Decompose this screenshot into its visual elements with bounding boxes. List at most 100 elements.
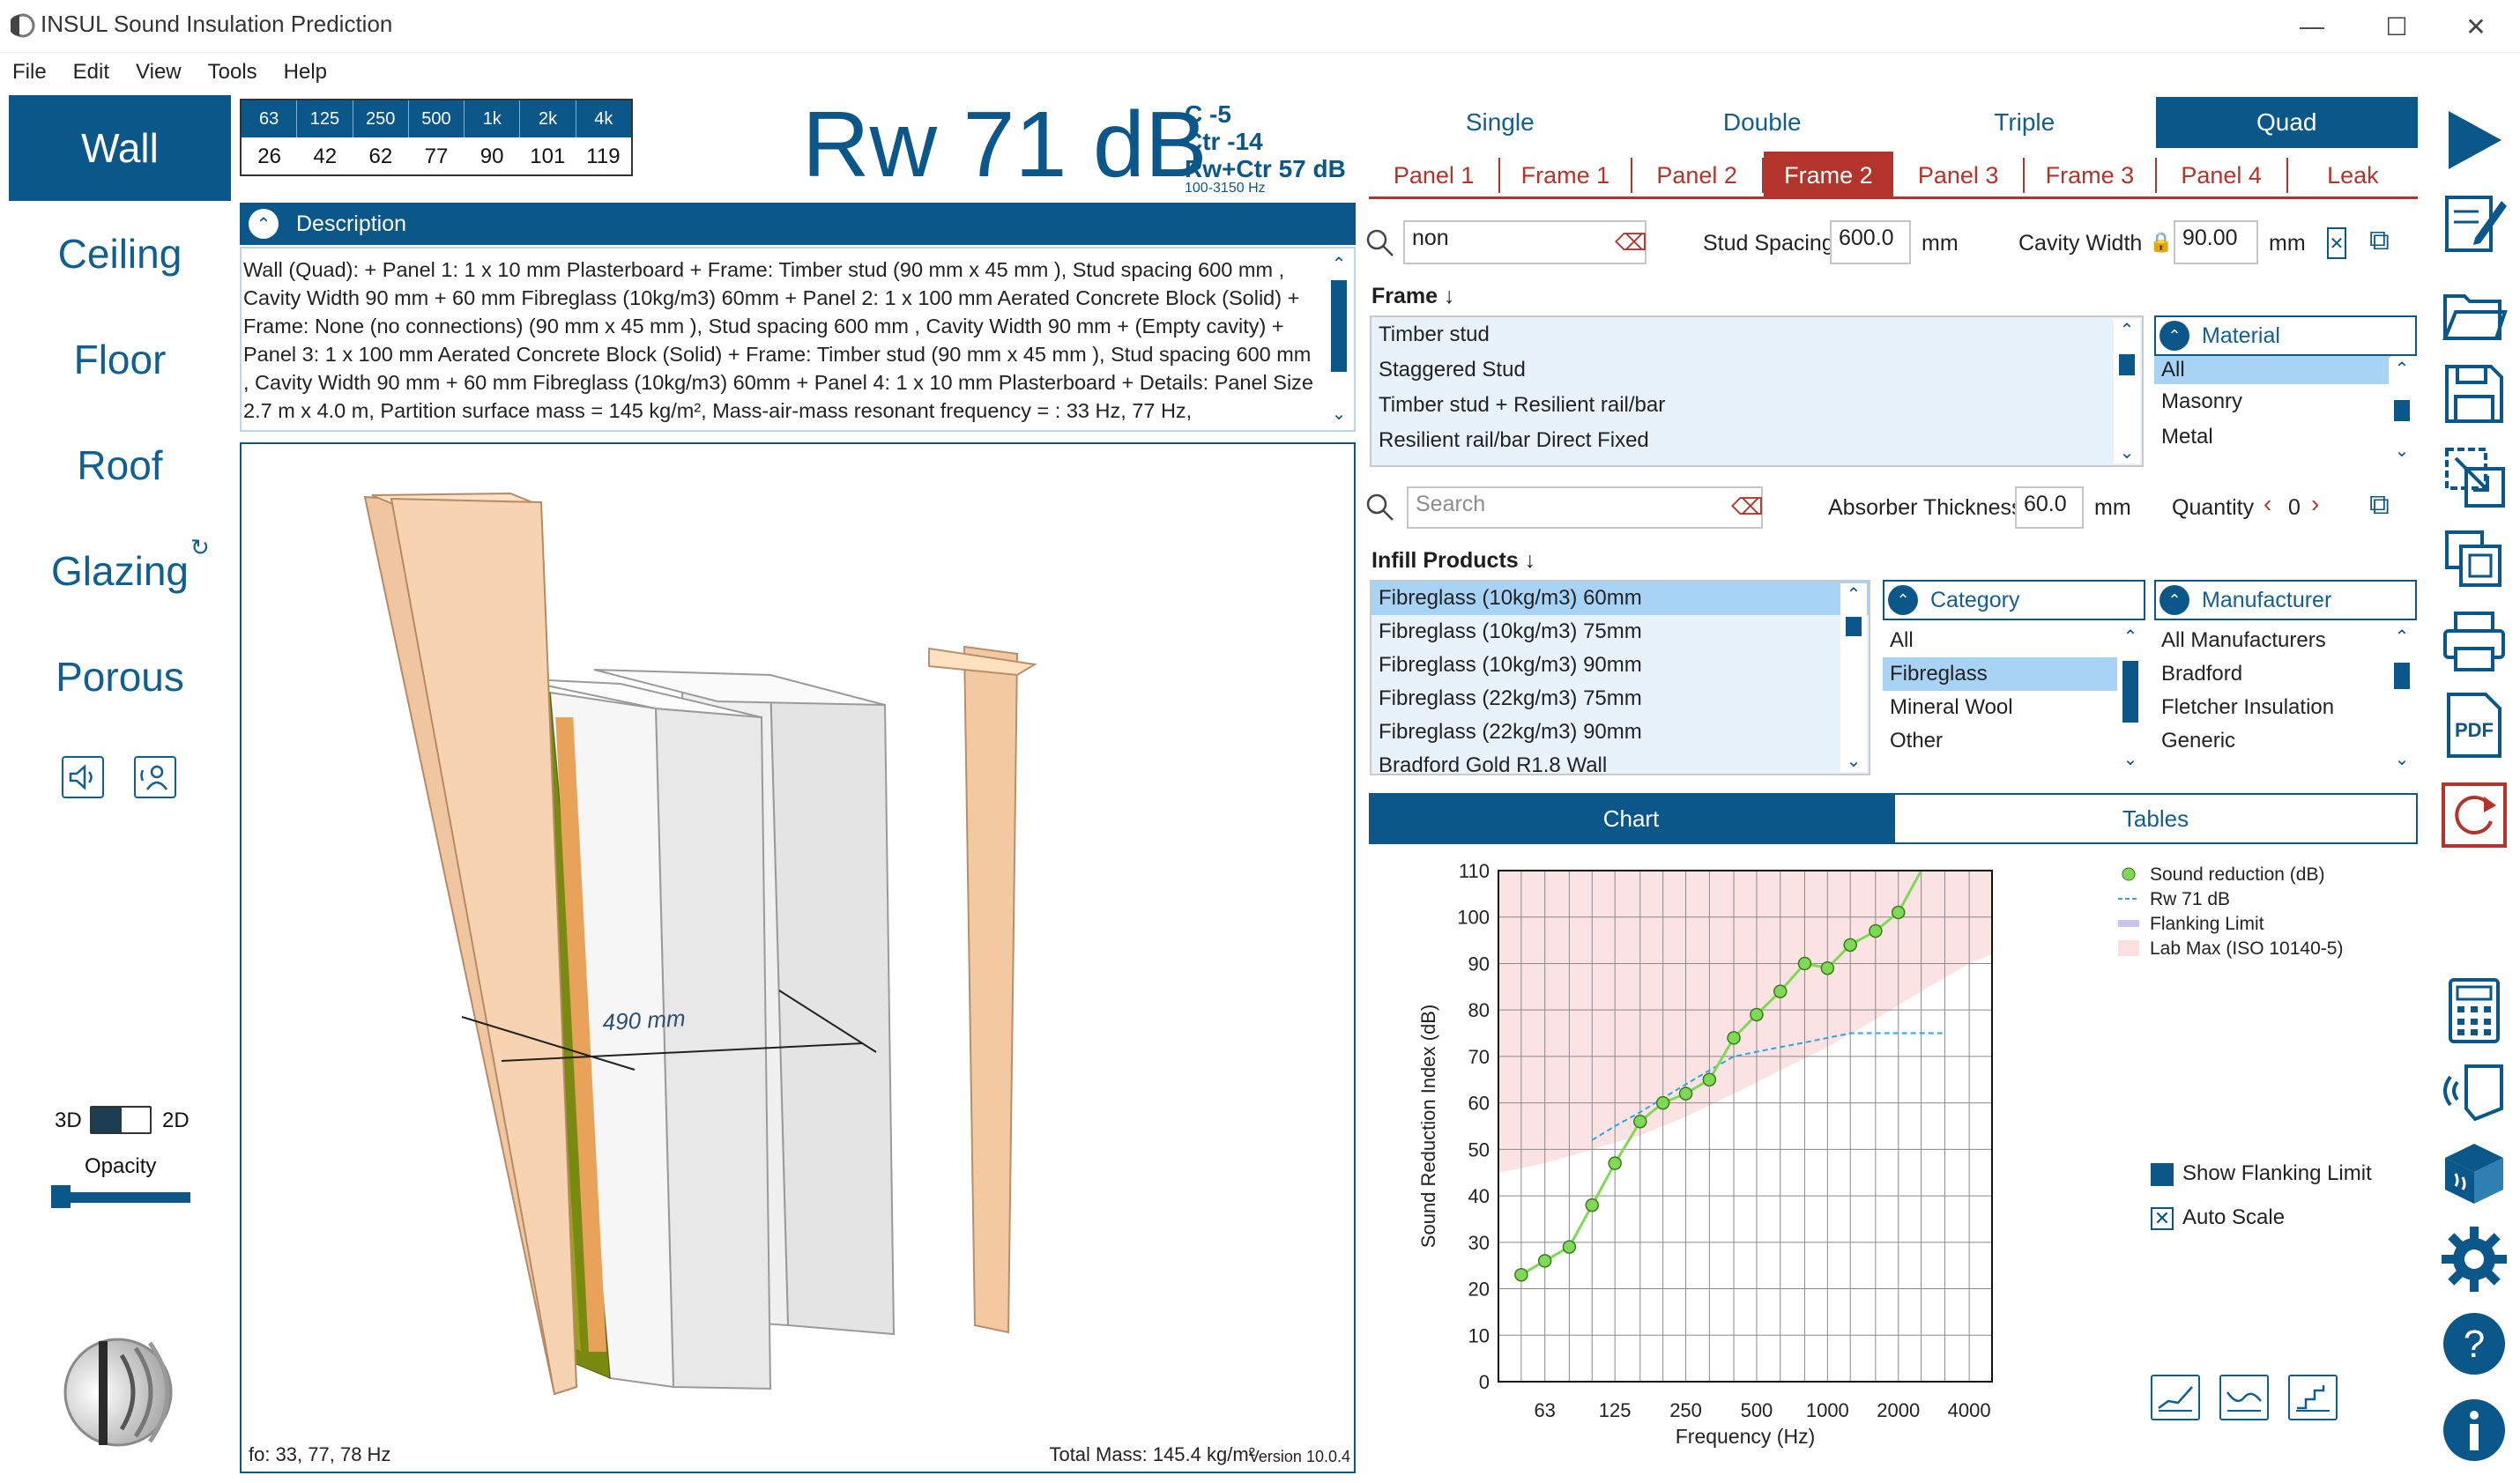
list-item[interactable]: Timber stud bbox=[1372, 317, 2142, 352]
menu-edit[interactable]: Edit bbox=[73, 60, 109, 85]
tab-triple[interactable]: Triple bbox=[1893, 97, 2156, 148]
tab-tables[interactable]: Tables bbox=[1893, 793, 2418, 844]
tab-frame-3[interactable]: Frame 3 bbox=[2025, 158, 2157, 193]
auto-scale-checkbox[interactable]: ✕ bbox=[2151, 1207, 2174, 1230]
tab-panel-1[interactable]: Panel 1 bbox=[1369, 158, 1501, 193]
scroll-down-icon[interactable]: ⌄ bbox=[2389, 440, 2415, 462]
list-item[interactable]: Mineral Wool bbox=[1883, 691, 2145, 724]
quantity-increase-icon[interactable]: › bbox=[2311, 490, 2319, 518]
clear-search-icon[interactable]: ⌫ bbox=[1731, 493, 1764, 521]
speaker-icon[interactable] bbox=[62, 756, 104, 798]
list-item[interactable]: Staggered Stud bbox=[1372, 352, 2142, 388]
print-icon[interactable] bbox=[2440, 606, 2509, 675]
edit-icon[interactable] bbox=[2440, 189, 2509, 257]
absorber-thickness-input[interactable]: 60.0 bbox=[2015, 486, 2084, 529]
scroll-up-icon[interactable]: ⌃ bbox=[2117, 626, 2144, 648]
close-button[interactable]: ✕ bbox=[2438, 0, 2514, 53]
list-item[interactable]: Fibreglass (10kg/m3) 90mm bbox=[1372, 649, 1869, 682]
refresh-icon[interactable]: ↻ bbox=[190, 534, 210, 561]
scroll-up-icon[interactable]: ⌃ bbox=[2389, 626, 2415, 648]
maximize-button[interactable]: ☐ bbox=[2359, 0, 2435, 53]
scroll-thumb[interactable] bbox=[2394, 663, 2410, 689]
list-item[interactable]: Other bbox=[1883, 724, 2145, 758]
tab-double[interactable]: Double bbox=[1632, 97, 1894, 148]
chart-style-step-icon[interactable] bbox=[2288, 1375, 2338, 1420]
link-toggle-icon[interactable]: ✕ bbox=[2327, 227, 2346, 259]
copy-icon[interactable] bbox=[2440, 525, 2509, 594]
chart-style-curve-icon[interactable] bbox=[2219, 1375, 2269, 1420]
scroll-down-icon[interactable]: ⌄ bbox=[2117, 748, 2144, 770]
scroll-up-icon[interactable]: ⌃ bbox=[1326, 250, 1352, 278]
scroll-thumb[interactable] bbox=[1331, 280, 1347, 372]
material-filter-header[interactable]: ⌃ Material bbox=[2154, 315, 2417, 356]
listener-icon[interactable] bbox=[134, 756, 176, 798]
collapse-chevron-icon[interactable]: ⌃ bbox=[2159, 321, 2189, 351]
nav-ceiling[interactable]: Ceiling bbox=[9, 201, 231, 307]
frame-list-scrollbar[interactable]: ⌃ ⌄ bbox=[2114, 319, 2140, 463]
scroll-down-icon[interactable]: ⌄ bbox=[1840, 750, 1867, 772]
menu-file[interactable]: File bbox=[12, 60, 47, 85]
infill-list-scrollbar[interactable]: ⌃ ⌄ bbox=[1840, 583, 1867, 772]
play-icon[interactable] bbox=[2440, 106, 2509, 174]
scroll-thumb[interactable] bbox=[1846, 617, 1862, 636]
tab-single[interactable]: Single bbox=[1369, 97, 1632, 148]
tab-panel-2[interactable]: Panel 2 bbox=[1632, 158, 1764, 193]
tab-frame-1[interactable]: Frame 1 bbox=[1500, 158, 1632, 193]
opacity-slider[interactable] bbox=[51, 1185, 190, 1208]
calculator-icon[interactable] bbox=[2440, 976, 2509, 1045]
settings-gear-icon[interactable] bbox=[2440, 1225, 2509, 1294]
export-icon[interactable] bbox=[2440, 442, 2509, 511]
description-header[interactable]: ⌃ Description bbox=[240, 203, 1356, 245]
frame-list[interactable]: Timber stud Staggered Stud Timber stud +… bbox=[1370, 315, 2144, 467]
pdf-icon[interactable]: PDF bbox=[2440, 691, 2509, 760]
list-item[interactable]: Bradford Gold R1.8 Wall bbox=[1372, 749, 1869, 774]
list-item[interactable]: Timber stud + Resilient rail/bar bbox=[1372, 388, 2142, 423]
chart-style-line-icon[interactable] bbox=[2151, 1375, 2200, 1420]
collapse-chevron-icon[interactable]: ⌃ bbox=[1888, 585, 1918, 615]
list-item[interactable]: Fletcher Insulation bbox=[2154, 691, 2417, 724]
infill-products-list[interactable]: Fibreglass (10kg/m3) 60mm Fibreglass (10… bbox=[1370, 580, 1870, 775]
menu-tools[interactable]: Tools bbox=[208, 60, 257, 85]
lock-icon[interactable]: 🔒 bbox=[2149, 231, 2173, 254]
stud-spacing-input[interactable]: 600.0 bbox=[1830, 220, 1911, 264]
opacity-slider-thumb[interactable] bbox=[51, 1185, 71, 1208]
minimize-button[interactable]: — bbox=[2274, 0, 2350, 53]
room-sound-icon[interactable] bbox=[2440, 1056, 2509, 1124]
tab-chart[interactable]: Chart bbox=[1369, 793, 1893, 844]
material-list[interactable]: All Masonry Metal ⌃ ⌄ bbox=[2154, 356, 2417, 463]
scroll-thumb[interactable] bbox=[2119, 354, 2135, 375]
manufacturer-list[interactable]: All Manufacturers Bradford Fletcher Insu… bbox=[2154, 624, 2417, 772]
list-item[interactable]: All Manufacturers bbox=[2154, 624, 2417, 657]
cavity-width-input[interactable]: 90.00 bbox=[2174, 220, 2258, 264]
list-item[interactable]: Masonry bbox=[2154, 384, 2417, 419]
menu-help[interactable]: Help bbox=[284, 60, 327, 85]
tab-quad[interactable]: Quad bbox=[2155, 97, 2418, 148]
collapse-chevron-icon[interactable]: ⌃ bbox=[2159, 585, 2189, 615]
list-item[interactable]: Generic bbox=[2154, 724, 2417, 758]
menu-view[interactable]: View bbox=[136, 60, 182, 85]
infill-search-input[interactable]: Search bbox=[1407, 486, 1763, 529]
open-external-icon[interactable]: ⧉ bbox=[2369, 488, 2390, 522]
show-flanking-checkbox[interactable] bbox=[2151, 1163, 2174, 1186]
manufacturer-filter-header[interactable]: ⌃ Manufacturer bbox=[2154, 580, 2417, 620]
nav-roof[interactable]: Roof bbox=[9, 412, 231, 518]
list-item[interactable]: Fibreglass (22kg/m3) 90mm bbox=[1372, 716, 1869, 749]
nav-wall[interactable]: Wall bbox=[9, 95, 231, 201]
wall-3d-viewport[interactable]: 490 mm fo: 33, 77, 78 Hz Total Mass: 145… bbox=[240, 442, 1356, 1473]
view-toggle[interactable] bbox=[90, 1106, 152, 1134]
info-icon[interactable] bbox=[2440, 1396, 2509, 1464]
manufacturer-list-scrollbar[interactable]: ⌃ ⌄ bbox=[2389, 626, 2415, 770]
scroll-thumb[interactable] bbox=[2394, 400, 2410, 421]
category-list-scrollbar[interactable]: ⌃ ⌄ bbox=[2117, 626, 2144, 770]
scroll-up-icon[interactable]: ⌃ bbox=[2389, 358, 2415, 380]
list-item[interactable]: Fibreglass (10kg/m3) 60mm bbox=[1372, 582, 1869, 615]
list-item[interactable]: Metal bbox=[2154, 419, 2417, 455]
reset-icon[interactable] bbox=[2440, 781, 2509, 849]
list-item[interactable]: Fibreglass (10kg/m3) 75mm bbox=[1372, 615, 1869, 649]
clear-search-icon[interactable]: ⌫ bbox=[1615, 229, 1647, 256]
list-item[interactable]: All bbox=[1883, 624, 2145, 657]
frame-search-input[interactable]: non bbox=[1403, 220, 1647, 264]
description-scrollbar[interactable]: ⌃ ⌄ bbox=[1326, 250, 1352, 428]
nav-floor[interactable]: Floor bbox=[9, 307, 231, 412]
tab-leak[interactable]: Leak bbox=[2288, 158, 2418, 193]
